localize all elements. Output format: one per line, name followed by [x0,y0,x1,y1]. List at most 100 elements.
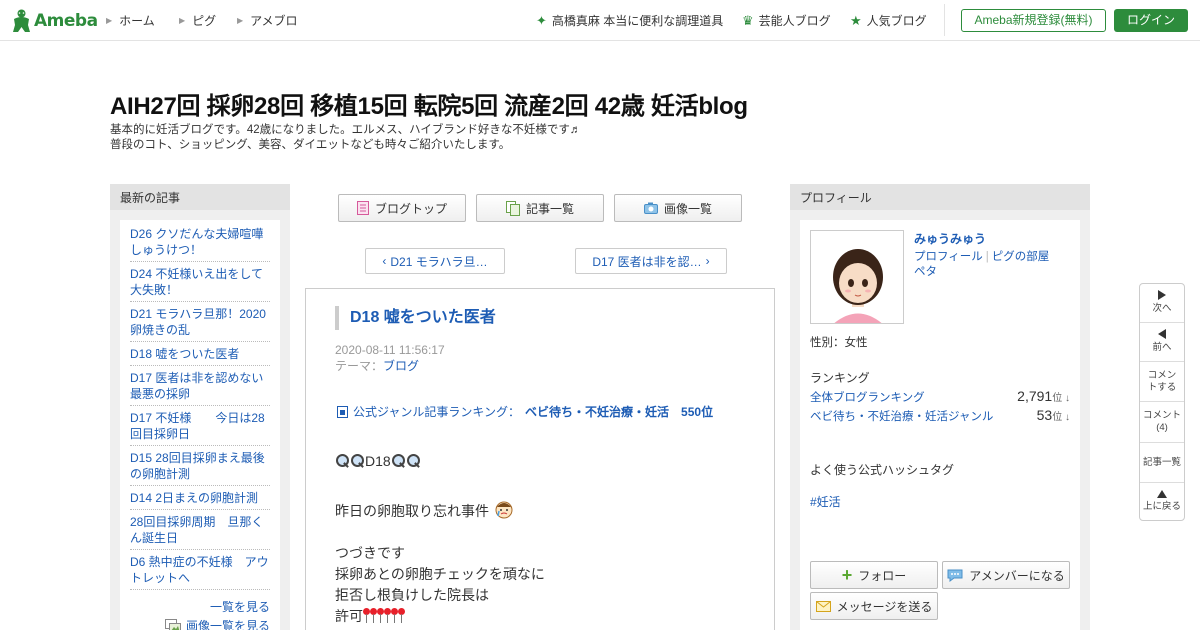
recent-article-item[interactable]: D24 不妊様いえ出をして大失敗！ [130,266,270,302]
ranking-unit: 位 [1052,412,1063,423]
recent-article-item[interactable]: D17 医者は非を認めない 最悪の採卵 [130,370,275,406]
see-all-articles-link[interactable]: 一覧を見る [130,598,270,615]
article-line-4: 採卵あとの卵胞チェックを頑なに [335,566,545,582]
speech-bubble-icon [947,569,963,582]
blog-description-line-1: 基本的に妊活ブログです。42歳になりました。エルメス、ハイブランド好きな不妊様で… [110,124,582,136]
arrow-down-icon: ↓ [1062,393,1070,404]
follow-button[interactable]: + フォロー [810,561,938,589]
profile-avatar[interactable] [810,230,904,324]
recent-article-item[interactable]: D18 嘘をついた医者 [130,346,270,366]
see-all-images-link[interactable]: 画像一覧を見る [130,617,270,630]
arrow-down-icon: ↓ [1062,412,1070,423]
ranking-overall-value-group: 2,791位 ↓ [1017,388,1070,404]
recent-article-item[interactable]: D14 2日まえの卵胞計測 [130,490,270,510]
recent-article-item[interactable]: D21 モラハラ旦那！2020卵焼きの乱 [130,306,270,342]
ranking-genre[interactable]: ベビ待ち・不妊治療・妊活ジャンル 53位 ↓ [810,407,1070,424]
article-line-1: D18 [335,451,545,472]
article-line-2-text: 昨日の卵胞取り忘れ事件 [335,503,489,519]
global-header: Ameba ▶ ホーム ▶ ピグ ▶ アメブロ ✦ 高橋真麻 本当に便利な調理道… [0,0,1200,41]
profile-box: みゅうみゅう プロフィール | ピグの部屋 ペタ 性別：女性 ランキング 全体ブログ… [800,220,1080,630]
ameba-logo[interactable]: Ameba [12,9,98,32]
nav-ameblo[interactable]: ▶ アメブロ [237,12,298,29]
next-article-label: D17 医者は非を認… [592,254,702,269]
header-divider [944,4,945,36]
amember-label: アメンバーになる [969,568,1065,583]
send-message-button[interactable]: メッセージを送る [810,592,938,620]
header-link-popular[interactable]: ★ 人気ブログ [850,12,927,29]
profile-name[interactable]: みゅうみゅう [914,230,986,247]
float-prev-label: 前へ [1152,342,1172,353]
red-pin-icon [377,608,384,623]
register-button[interactable]: Ameba新規登録(無料) [961,9,1106,32]
recent-article-item[interactable]: D17 不妊様 今日は28回目採卵日 [130,410,270,446]
float-article-list-button[interactable]: 記事一覧 [1140,457,1184,469]
tab-blog-top[interactable]: ブログトップ [338,194,466,222]
blog-title[interactable]: AIH27回 採卵28回 移植15回 転院5回 流産2回 42歳 妊活blog [110,86,748,121]
tab-article-list[interactable]: 記事一覧 [476,194,604,222]
float-next-button[interactable]: 次へ [1140,290,1184,315]
header-link-celebrity[interactable]: ♛ 芸能人ブログ [742,12,831,29]
recent-article-item[interactable]: 28回目採卵周期 旦那くん誕生日 [130,514,270,550]
nav-home-label: ホーム [119,14,155,28]
ranking-overall[interactable]: 全体ブログランキング 2,791位 ↓ [810,388,1070,405]
recent-articles-sidebar: 最新の記事 D26 クソだんな夫婦喧嘩しゅうけつ！ D24 不妊様いえ出をして大… [110,184,290,630]
ranking-heading: ランキング [810,371,870,385]
article-date: 2020-08-11 11:56:17 [335,343,445,357]
envelope-icon [815,600,831,612]
chevron-right-icon: ▶ [237,16,244,25]
float-top-button[interactable]: 上に戻る [1140,490,1184,513]
recent-article-item[interactable]: D15 28回目採卵まえ最後の卵胞計測 [130,450,270,486]
red-pin-icon [391,608,398,623]
ameba-logo-icon [13,9,30,32]
recent-articles-list: D26 クソだんな夫婦喧嘩しゅうけつ！ D24 不妊様いえ出をして大失敗！ D2… [120,220,280,630]
profile-links: プロフィール | ピグの部屋 ペタ [914,250,1049,280]
next-article-button[interactable]: D17 医者は非を認… › [575,248,727,274]
article-card: D18 嘘をついた医者 2020-08-11 11:56:17 テーマ：ブログ … [305,288,775,630]
nav-home[interactable]: ▶ ホーム [106,12,155,29]
ranking-icon [337,405,348,418]
login-button[interactable]: ログイン [1114,9,1188,32]
genre-ranking-label: 公式ジャンル記事ランキング： [353,405,521,419]
recent-article-item[interactable]: D26 クソだんな夫婦喧嘩しゅうけつ！ [130,226,270,262]
article-title[interactable]: D18 嘘をついた医者 [335,306,496,330]
profile-link[interactable]: プロフィール [914,251,983,263]
tab-image-list[interactable]: 画像一覧 [614,194,742,222]
article-line-6: 許可 [335,606,545,627]
genre-ranking-link[interactable]: 公式ジャンル記事ランキング： ベビ待ち・不妊治療・妊活 550位 [337,403,713,420]
ameba-logo-text: Ameba [34,10,98,31]
nav-pigg-label: ピグ [192,14,217,28]
article-line-1-text: D18 [365,453,391,469]
float-prev-button[interactable]: 前へ [1140,329,1184,354]
crown-icon: ♛ [742,12,754,28]
genre-ranking-value: ベビ待ち・不妊治療・妊活 550位 [525,405,714,419]
float-comments-label: コメント [1142,410,1181,421]
amember-button[interactable]: アメンバーになる [942,561,1070,589]
blog-description-line-2: 普段のコト、ショッピング、美容、ダイエットなども時々ご紹介いたします。 [110,139,511,151]
ranking-genre-value: 53 [1036,407,1053,423]
chevron-right-icon: ▶ [106,16,113,25]
nav-pigg[interactable]: ▶ ピグ [179,12,216,29]
article-meta: 2020-08-11 11:56:17 テーマ：ブログ [335,342,445,374]
header-link-takahashi[interactable]: ✦ 高橋真麻 本当に便利な調理道具 [536,12,723,29]
magnifier-icon [350,453,365,468]
avatar-illustration-icon [811,231,903,323]
peta-link[interactable]: ペタ [914,266,937,278]
float-comment-button[interactable]: コメントする [1140,370,1184,394]
article-line-3: つづきです [335,545,405,561]
red-pin-icon [384,608,391,623]
pigg-room-link[interactable]: ピグの部屋 [992,251,1050,263]
camera-icon [643,202,658,214]
article-theme-label: テーマ： [335,359,384,373]
article-line-6-text: 許可 [335,608,363,624]
article-theme-link[interactable]: ブログ [383,359,419,373]
float-comments-button[interactable]: コメント (4) [1140,410,1184,434]
link-separator: | [985,251,989,263]
recent-article-item[interactable]: D6 熱中症の不妊様 アウトレットへ [130,554,270,590]
crying-face-emoji-icon [495,501,513,519]
play-right-icon [1158,290,1166,300]
hashtag-link[interactable]: #妊活 [810,493,841,510]
floating-nav: 次へ 前へ コメントする コメント (4) 記事一覧 上に戻る [1139,283,1185,521]
copy-pages-icon [505,200,520,216]
magnifier-icon [391,453,406,468]
prev-article-button[interactable]: ‹ D21 モラハラ旦… [365,248,505,274]
